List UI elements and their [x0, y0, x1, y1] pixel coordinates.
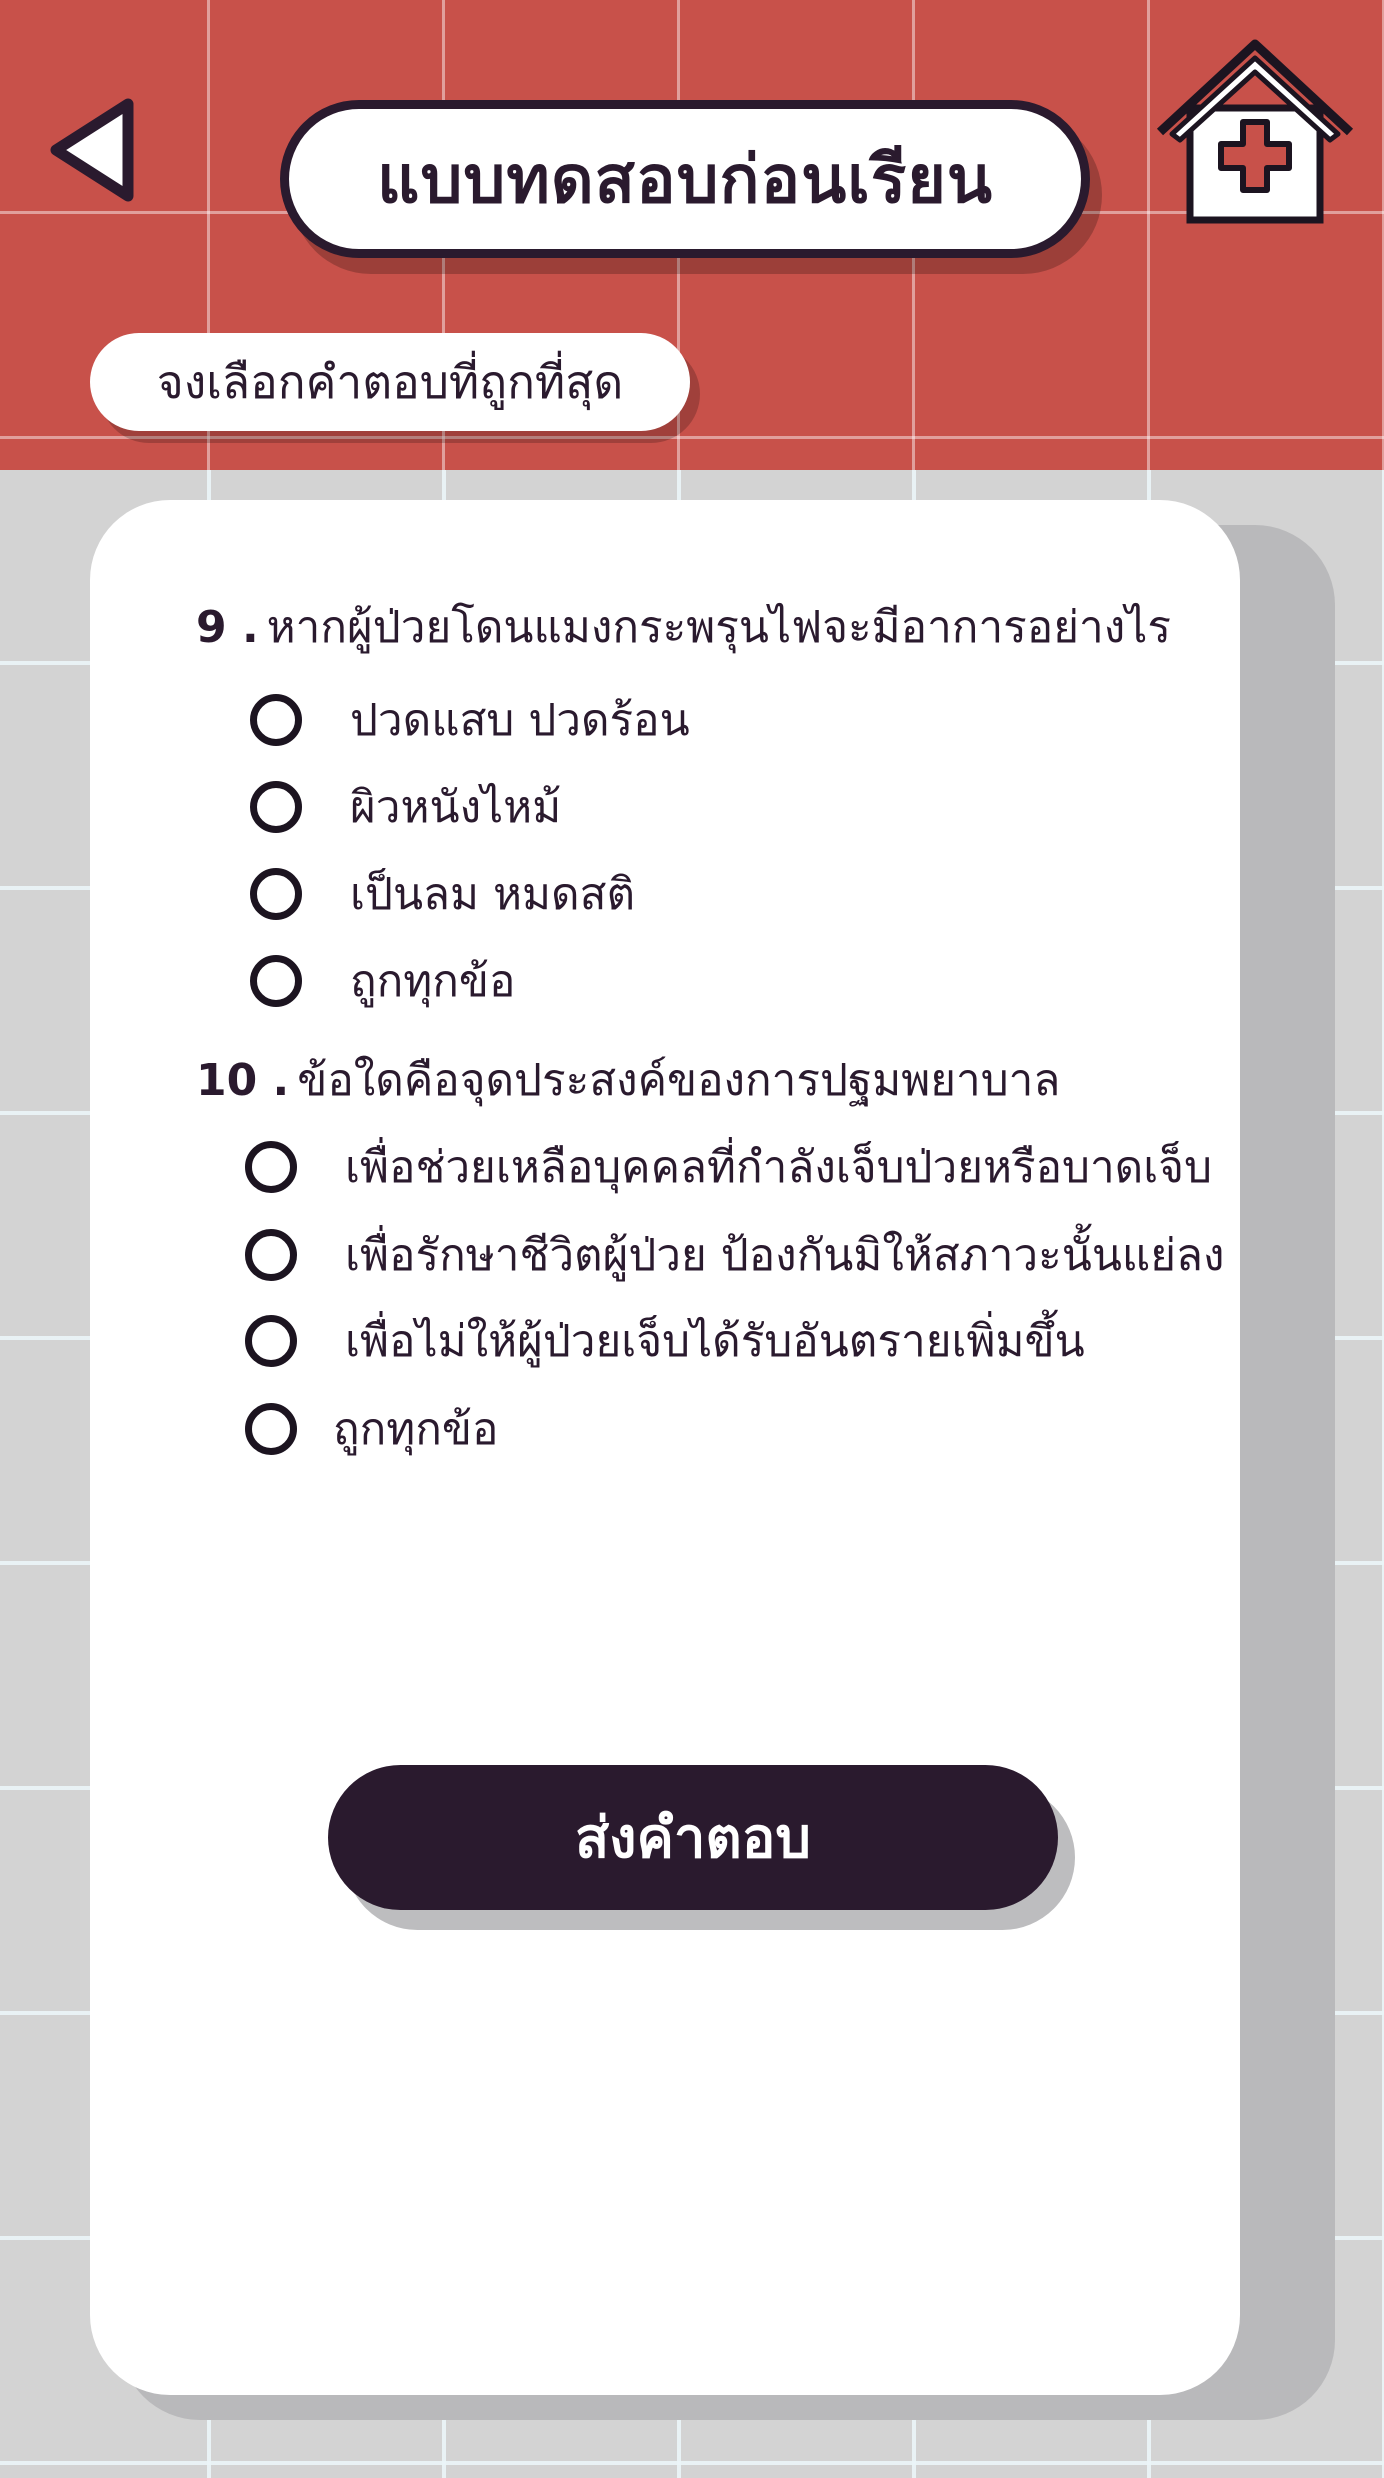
radio-circle-icon[interactable] — [245, 1315, 297, 1367]
question-text: หากผู้ป่วยโดนแมงกระพรุนไฟจะมีอาการอย่างไ… — [266, 602, 1171, 653]
question-number: 10 . — [196, 1055, 290, 1106]
question-text: ข้อใดคือจุดประสงค์ของการปฐมพยาบาล — [297, 1055, 1061, 1106]
option-label: ผิวหนังไหม้ — [350, 782, 562, 833]
radio-circle-icon[interactable] — [250, 868, 302, 920]
answer-option[interactable]: ปวดแสบ ปวดร้อน — [250, 685, 690, 755]
question-9: 9 . หากผู้ป่วยโดนแมงกระพรุนไฟจะมีอาการอย่… — [196, 592, 1171, 662]
answer-option[interactable]: เพื่อรักษาชีวิตผู้ป่วย ป้องกันมิให้สภาวะ… — [245, 1220, 1224, 1290]
radio-circle-icon[interactable] — [245, 1141, 297, 1193]
submit-button[interactable]: ส่งคำตอบ — [328, 1765, 1058, 1910]
page-title-pill: แบบทดสอบก่อนเรียน — [280, 100, 1090, 258]
option-label: เพื่อรักษาชีวิตผู้ป่วย ป้องกันมิให้สภาวะ… — [345, 1230, 1225, 1281]
option-label: เป็นลม หมดสติ — [350, 869, 636, 920]
answer-option[interactable]: เพื่อไม่ให้ผู้ป่วยเจ็บได้รับอันตรายเพิ่ม… — [245, 1306, 1085, 1376]
answer-option[interactable]: เพื่อช่วยเหลือบุคคลที่กำลังเจ็บป่วยหรือบ… — [245, 1132, 1212, 1202]
answer-option[interactable]: ถูกทุกข้อ — [250, 946, 515, 1016]
instruction-text: จงเลือกคำตอบที่ถูกที่สุด — [156, 354, 624, 409]
question-number: 9 . — [196, 602, 259, 653]
option-label: เพื่อช่วยเหลือบุคคลที่กำลังเจ็บป่วยหรือบ… — [345, 1142, 1213, 1193]
answer-option[interactable]: เป็นลม หมดสติ — [250, 859, 635, 929]
header-bar: แบบทดสอบก่อนเรียน จงเลือกคำตอบที่ถูกที่ส… — [0, 0, 1384, 470]
option-label: ถูกทุกข้อ — [333, 1404, 499, 1455]
radio-circle-icon[interactable] — [245, 1229, 297, 1281]
radio-circle-icon[interactable] — [250, 694, 302, 746]
triangle-left-icon — [50, 98, 134, 202]
submit-label: ส่งคำตอบ — [575, 1806, 811, 1871]
instruction-pill: จงเลือกคำตอบที่ถูกที่สุด — [90, 333, 690, 431]
radio-circle-icon[interactable] — [250, 955, 302, 1007]
page-title: แบบทดสอบก่อนเรียน — [376, 140, 994, 218]
option-label: ถูกทุกข้อ — [350, 956, 516, 1007]
back-button[interactable] — [40, 90, 150, 210]
hospital-home-icon — [1156, 39, 1354, 224]
question-10: 10 . ข้อใดคือจุดประสงค์ของการปฐมพยาบาล — [196, 1045, 1060, 1115]
option-label: ปวดแสบ ปวดร้อน — [350, 695, 690, 746]
radio-circle-icon[interactable] — [250, 781, 302, 833]
answer-option[interactable]: ถูกทุกข้อ — [245, 1394, 498, 1464]
answer-option[interactable]: ผิวหนังไหม้ — [250, 772, 561, 842]
home-button[interactable] — [1150, 30, 1360, 240]
radio-circle-icon[interactable] — [245, 1403, 297, 1455]
option-label: เพื่อไม่ให้ผู้ป่วยเจ็บได้รับอันตรายเพิ่ม… — [345, 1316, 1085, 1367]
